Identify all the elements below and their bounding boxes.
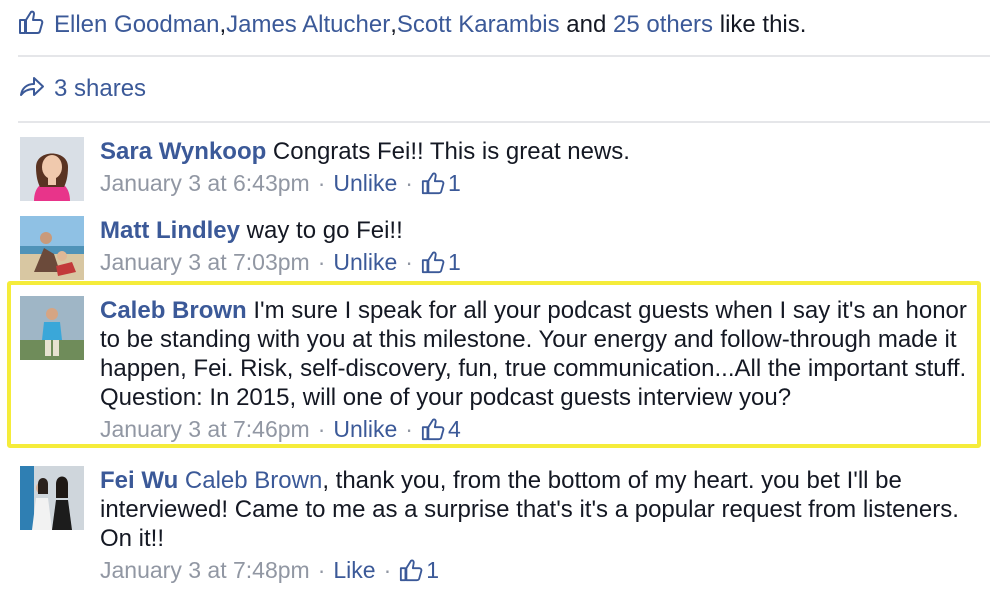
comment-timestamp[interactable]: January 3 at 7:48pm	[100, 556, 310, 584]
meta-separator: ·	[317, 557, 326, 583]
liker-name-ellen-goodman[interactable]: Ellen Goodman	[54, 11, 219, 39]
divider	[18, 55, 990, 57]
liker-name-james-altucher[interactable]: James Altucher	[226, 11, 390, 39]
liker-name-scott-karambis[interactable]: Scott Karambis	[397, 11, 560, 39]
comment-body: Fei Wu Caleb Brown, thank you, from the …	[100, 466, 980, 584]
comment-like-count[interactable]: 4	[421, 415, 461, 443]
comment-author[interactable]: Fei Wu	[100, 467, 178, 494]
likes-and-text: and	[559, 11, 613, 38]
liker-separator: ,	[219, 11, 227, 38]
like-count-value: 1	[447, 249, 461, 275]
thumbs-up-icon	[18, 9, 44, 42]
avatar[interactable]	[20, 296, 84, 360]
meta-separator: ·	[405, 249, 413, 275]
meta-separator: ·	[405, 170, 413, 196]
unlike-button[interactable]: Unlike	[333, 415, 397, 443]
like-count-value: 1	[426, 557, 440, 583]
comment-author[interactable]: Matt Lindley	[100, 217, 240, 244]
meta-separator: ·	[383, 557, 392, 583]
comment-text: Congrats Fei!! This is great news.	[266, 138, 630, 165]
share-arrow-icon	[18, 73, 46, 106]
thumbs-up-icon	[400, 559, 423, 582]
shares-link[interactable]: 3 shares	[18, 72, 146, 106]
comment-text-block: Matt Lindley way to go Fei!!	[100, 216, 980, 245]
comment-like-count[interactable]: 1	[421, 248, 461, 276]
comment-mention[interactable]: Caleb Brown	[185, 467, 322, 494]
meta-separator: ·	[317, 249, 326, 275]
like-count-value: 4	[447, 416, 461, 442]
meta-separator: ·	[317, 170, 326, 196]
avatar-photo	[20, 466, 84, 530]
comment-body: Caleb Brown I'm sure I speak for all you…	[100, 296, 980, 443]
comment-like-count[interactable]: 1	[399, 556, 439, 584]
thumbs-up-icon	[421, 172, 445, 195]
thumbs-up-icon	[421, 418, 445, 441]
unlike-button[interactable]: Unlike	[333, 169, 397, 197]
avatar[interactable]	[20, 137, 84, 201]
comments-panel: Ellen Goodman, James Altucher, Scott Kar…	[0, 0, 1002, 594]
likes-others-link[interactable]: 25 others	[613, 11, 713, 39]
avatar[interactable]	[20, 466, 84, 530]
avatar-photo	[20, 216, 84, 280]
comment-timestamp[interactable]: January 3 at 7:46pm	[100, 415, 310, 443]
comment-meta: January 3 at 7:48pm · Like · 1	[100, 556, 980, 584]
comment-text-block: Sara Wynkoop Congrats Fei!! This is grea…	[100, 137, 980, 166]
comment-body: Matt Lindley way to go Fei!! January 3 a…	[100, 216, 980, 276]
comment-meta: January 3 at 7:46pm · Unlike · 4	[100, 415, 980, 443]
avatar[interactable]	[20, 216, 84, 280]
comment-text: way to go Fei!!	[240, 217, 403, 244]
comment-body: Sara Wynkoop Congrats Fei!! This is grea…	[100, 137, 980, 197]
divider	[18, 121, 990, 123]
likes-summary: Ellen Goodman, James Altucher, Scott Kar…	[18, 8, 806, 42]
comment-meta: January 3 at 6:43pm · Unlike · 1	[100, 169, 980, 197]
avatar-photo	[20, 137, 84, 201]
like-button[interactable]: Like	[333, 556, 375, 584]
comment-text-block: Fei Wu Caleb Brown, thank you, from the …	[100, 466, 980, 553]
comment-author[interactable]: Sara Wynkoop	[100, 138, 266, 165]
like-count-value: 1	[447, 170, 461, 196]
unlike-button[interactable]: Unlike	[333, 248, 397, 276]
meta-separator: ·	[317, 416, 326, 442]
comment-timestamp[interactable]: January 3 at 7:03pm	[100, 248, 310, 276]
avatar-photo	[20, 296, 84, 360]
likes-suffix: like this.	[713, 11, 807, 38]
shares-label: 3 shares	[54, 75, 147, 102]
comment-text-block: Caleb Brown I'm sure I speak for all you…	[100, 296, 980, 412]
meta-separator: ·	[405, 416, 413, 442]
comment-author[interactable]: Caleb Brown	[100, 297, 247, 324]
comment-meta: January 3 at 7:03pm · Unlike · 1	[100, 248, 980, 276]
thumbs-up-icon	[421, 251, 445, 274]
comment-timestamp[interactable]: January 3 at 6:43pm	[100, 169, 310, 197]
liker-separator: ,	[390, 11, 397, 38]
comment-like-count[interactable]: 1	[421, 169, 461, 197]
